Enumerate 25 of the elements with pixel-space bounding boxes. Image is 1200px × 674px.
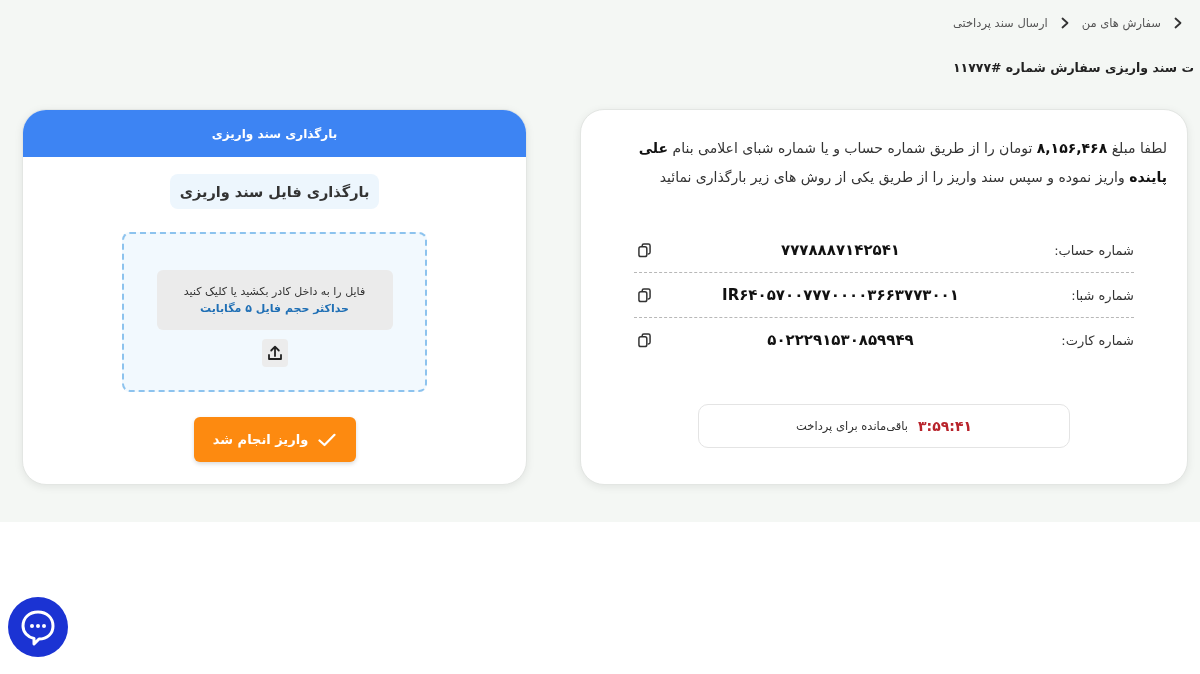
account-number: ۵۰۲۲۲۹۱۵۳۰۸۵۹۹۴۹ — [766, 331, 915, 349]
breadcrumb-link[interactable]: سفارش های من — [1081, 16, 1161, 30]
account-label: شماره شبا: — [1070, 287, 1134, 303]
chevron-icon — [1174, 17, 1182, 29]
account-label: شماره حساب: — [1053, 242, 1134, 258]
upload-icon[interactable] — [261, 339, 288, 367]
countdown-time: ۳:۵۹:۴۱ — [918, 418, 972, 434]
countdown-label: باقی‌مانده برای پرداخت — [796, 419, 909, 433]
account-number: IR۶۴۰۵۷۰۰۷۷۷۰۰۰۰۳۶۶۳۷۷۳۰۰۱ — [721, 286, 960, 304]
file-dropzone[interactable]: فایل را به داخل کادر بکشید یا کلیک کنید حداکثر حجم فایل ۵ مگابایت — [122, 232, 427, 392]
file-size-limit: حداکثر حجم فایل ۵ مگابایت — [200, 302, 349, 315]
drop-hint-text: فایل را به داخل کادر بکشید یا کلیک کنید — [183, 285, 366, 298]
account-number: ۷۷۷۸۸۸۷۱۴۲۵۴۱ — [780, 241, 901, 259]
copy-icon[interactable] — [638, 332, 651, 348]
chat-icon[interactable] — [8, 597, 68, 657]
page-title: ت سند واریزی سفارش شماره #۱۱۷۷۷ — [951, 59, 1194, 77]
copy-icon[interactable] — [638, 287, 651, 303]
card-header: بارگذاری سند واریزی — [23, 110, 526, 157]
chevron-icon — [1060, 17, 1069, 29]
upload-title: بارگذاری فایل سند واریزی — [169, 174, 380, 209]
payment-instructions: لطفا مبلغ ۸,۱۵۶,۴۶۸ تومان را از طریق شماره حساب و یا شماره شبای اعلامی بنام علی پاینده واریز نموده و سپس سند واریز را از طریق یکی از روش های زیر بارگذاری نمائید — [637, 139, 1167, 188]
copy-icon[interactable] — [638, 242, 651, 258]
breadcrumb-link[interactable]: ارسال سند پرداختی — [952, 16, 1048, 30]
check-icon — [318, 432, 337, 447]
account-label: شماره کارت: — [1060, 332, 1134, 348]
